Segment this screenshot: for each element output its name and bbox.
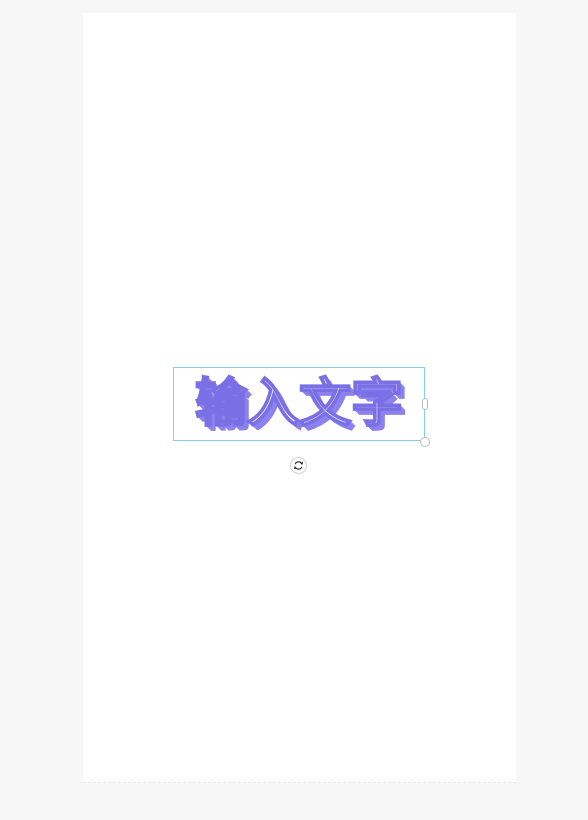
selected-text-element[interactable]: 输入文字 (173, 367, 425, 441)
resize-handle-right[interactable] (422, 398, 428, 410)
resize-handle-bottom-right[interactable] (420, 437, 430, 447)
rotate-icon (293, 460, 304, 471)
art-text-content[interactable]: 输入文字 (194, 377, 404, 431)
rotate-button[interactable] (290, 457, 307, 474)
editor-stage: 输入文字 (0, 0, 588, 820)
